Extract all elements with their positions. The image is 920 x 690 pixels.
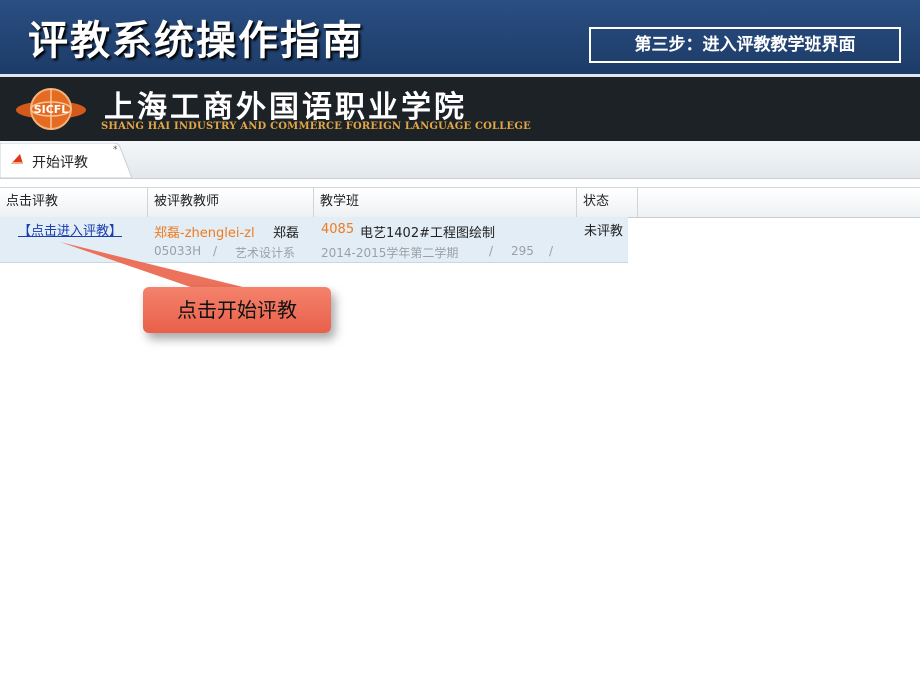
callout-pointer <box>60 242 255 292</box>
callout-bubble: 点击开始评教 <box>143 287 331 333</box>
